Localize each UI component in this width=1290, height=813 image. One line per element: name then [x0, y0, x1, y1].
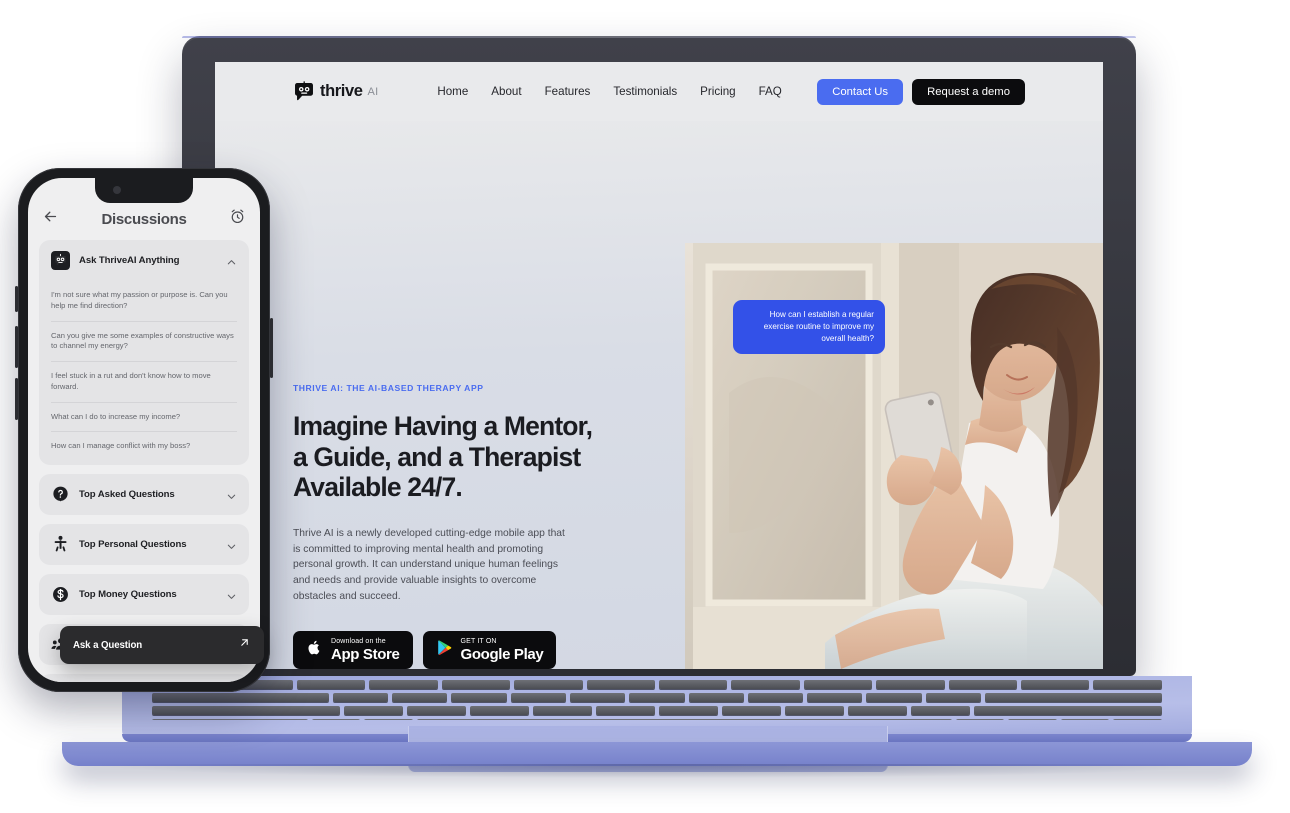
laptop-base-front: [62, 742, 1252, 766]
question-mark-icon: [51, 485, 70, 504]
contact-us-button[interactable]: Contact Us: [817, 78, 904, 105]
section-top-love-questions[interactable]: Top Love Questions: [39, 674, 249, 682]
hero-paragraph: Thrive AI is a newly developed cutting-e…: [293, 528, 565, 602]
navbar-actions: Contact Us Request a demo: [817, 78, 1025, 105]
section-label: Top Money Questions: [79, 589, 177, 601]
app-store-badge[interactable]: Download on the App Store: [293, 631, 413, 669]
nav-item-features[interactable]: Features: [545, 85, 591, 98]
thrive-bot-logo-icon: [293, 80, 315, 103]
request-demo-button[interactable]: Request a demo: [912, 78, 1025, 105]
thrive-bot-icon: [51, 251, 70, 270]
app-store-small-label: Download on the: [331, 638, 386, 646]
section-ask-thriveai-anything[interactable]: Ask ThriveAI Anything I'm not sure what …: [39, 240, 249, 466]
phone-notch: [95, 178, 193, 203]
back-arrow-icon[interactable]: [42, 208, 59, 230]
person-icon: [51, 535, 70, 554]
laptop-screen: thrive AI Home About Features Testimonia…: [215, 62, 1103, 669]
section-top-money-questions[interactable]: Top Money Questions: [39, 574, 249, 616]
list-item[interactable]: Can you give me some examples of constru…: [51, 322, 237, 363]
list-item[interactable]: I'm not sure what my passion or purpose …: [51, 281, 237, 322]
app-store-label: App Store: [331, 646, 400, 664]
google-play-label: Google Play: [460, 646, 544, 664]
laptop-shadow: [96, 764, 1216, 778]
google-play-badge[interactable]: GET IT ON Google Play: [422, 631, 557, 669]
apple-icon: [306, 639, 323, 661]
nav-item-about[interactable]: About: [491, 85, 521, 98]
hero-photo: How can I establish a regular exercise r…: [685, 243, 1103, 669]
hero-section: THRIVE AI: THE AI-BASED THERAPY APP Imag…: [215, 121, 1103, 669]
discussion-sections: Ask ThriveAI Anything I'm not sure what …: [28, 240, 260, 682]
section-header[interactable]: Top Love Questions: [39, 674, 249, 682]
site-navbar: thrive AI Home About Features Testimonia…: [215, 62, 1103, 121]
chevron-down-icon[interactable]: [226, 539, 237, 550]
section-header[interactable]: Top Asked Questions: [39, 474, 249, 515]
google-play-icon: [436, 639, 453, 661]
section-top-asked-questions[interactable]: Top Asked Questions: [39, 474, 249, 516]
app-title: Discussions: [101, 210, 187, 228]
google-play-small-label: GET IT ON: [460, 638, 497, 646]
nav-item-testimonials[interactable]: Testimonials: [613, 85, 677, 98]
section-label: Ask ThriveAI Anything: [79, 255, 180, 266]
ask-a-question-label: Ask a Question: [73, 639, 143, 651]
hero-eyebrow: THRIVE AI: THE AI-BASED THERAPY APP: [293, 383, 484, 393]
ask-a-question-button[interactable]: Ask a Question: [60, 626, 264, 664]
brand-logo[interactable]: thrive AI: [293, 80, 379, 103]
hero-copy: THRIVE AI: THE AI-BASED THERAPY APP Imag…: [293, 383, 593, 669]
list-item[interactable]: How can I manage conflict with my boss?: [51, 432, 237, 461]
nav-item-pricing[interactable]: Pricing: [700, 85, 735, 98]
primary-nav: Home About Features Testimonials Pricing…: [437, 85, 781, 98]
section-top-personal-questions[interactable]: Top Personal Questions: [39, 524, 249, 566]
alarm-clock-icon[interactable]: [229, 208, 246, 230]
phone-mute-switch[interactable]: [15, 286, 18, 312]
section-header[interactable]: Top Personal Questions: [39, 524, 249, 565]
hero-heading: Imagine Having a Mentor, a Guide, and a …: [293, 411, 593, 503]
front-camera-icon: [113, 186, 121, 194]
arrow-up-right-icon: [238, 636, 251, 654]
list-item[interactable]: I feel stuck in a rut and don't know how…: [51, 362, 237, 403]
phone-volume-up-button[interactable]: [15, 326, 18, 368]
nav-item-home[interactable]: Home: [437, 85, 468, 98]
section-label: Top Personal Questions: [79, 539, 187, 551]
mockup-scene: thrive AI Home About Features Testimonia…: [0, 0, 1290, 813]
chevron-up-icon[interactable]: [226, 255, 237, 266]
section-header[interactable]: Top Money Questions: [39, 574, 249, 615]
hero-chat-bubble: How can I establish a regular exercise r…: [733, 300, 885, 354]
list-item[interactable]: What can I do to increase my income?: [51, 403, 237, 433]
store-badges: Download on the App Store GET IT ON Goog…: [293, 631, 593, 669]
question-list: I'm not sure what my passion or purpose …: [39, 281, 249, 465]
phone-volume-down-button[interactable]: [15, 378, 18, 420]
chevron-down-icon[interactable]: [226, 489, 237, 500]
app-header: Discussions: [28, 200, 260, 238]
chevron-down-icon[interactable]: [226, 589, 237, 600]
section-label: Top Asked Questions: [79, 489, 175, 501]
laptop-keyboard: [150, 680, 1164, 720]
phone-mockup: Discussions Ask ThriveAI Anything I'm no…: [15, 168, 273, 692]
section-header[interactable]: Ask ThriveAI Anything: [39, 240, 249, 281]
nav-item-faq[interactable]: FAQ: [759, 85, 782, 98]
phone-power-button[interactable]: [270, 318, 273, 378]
brand-name: thrive: [320, 82, 363, 100]
phone-screen: Discussions Ask ThriveAI Anything I'm no…: [28, 178, 260, 682]
dollar-icon: [51, 585, 70, 604]
brand-suffix: AI: [367, 85, 379, 98]
